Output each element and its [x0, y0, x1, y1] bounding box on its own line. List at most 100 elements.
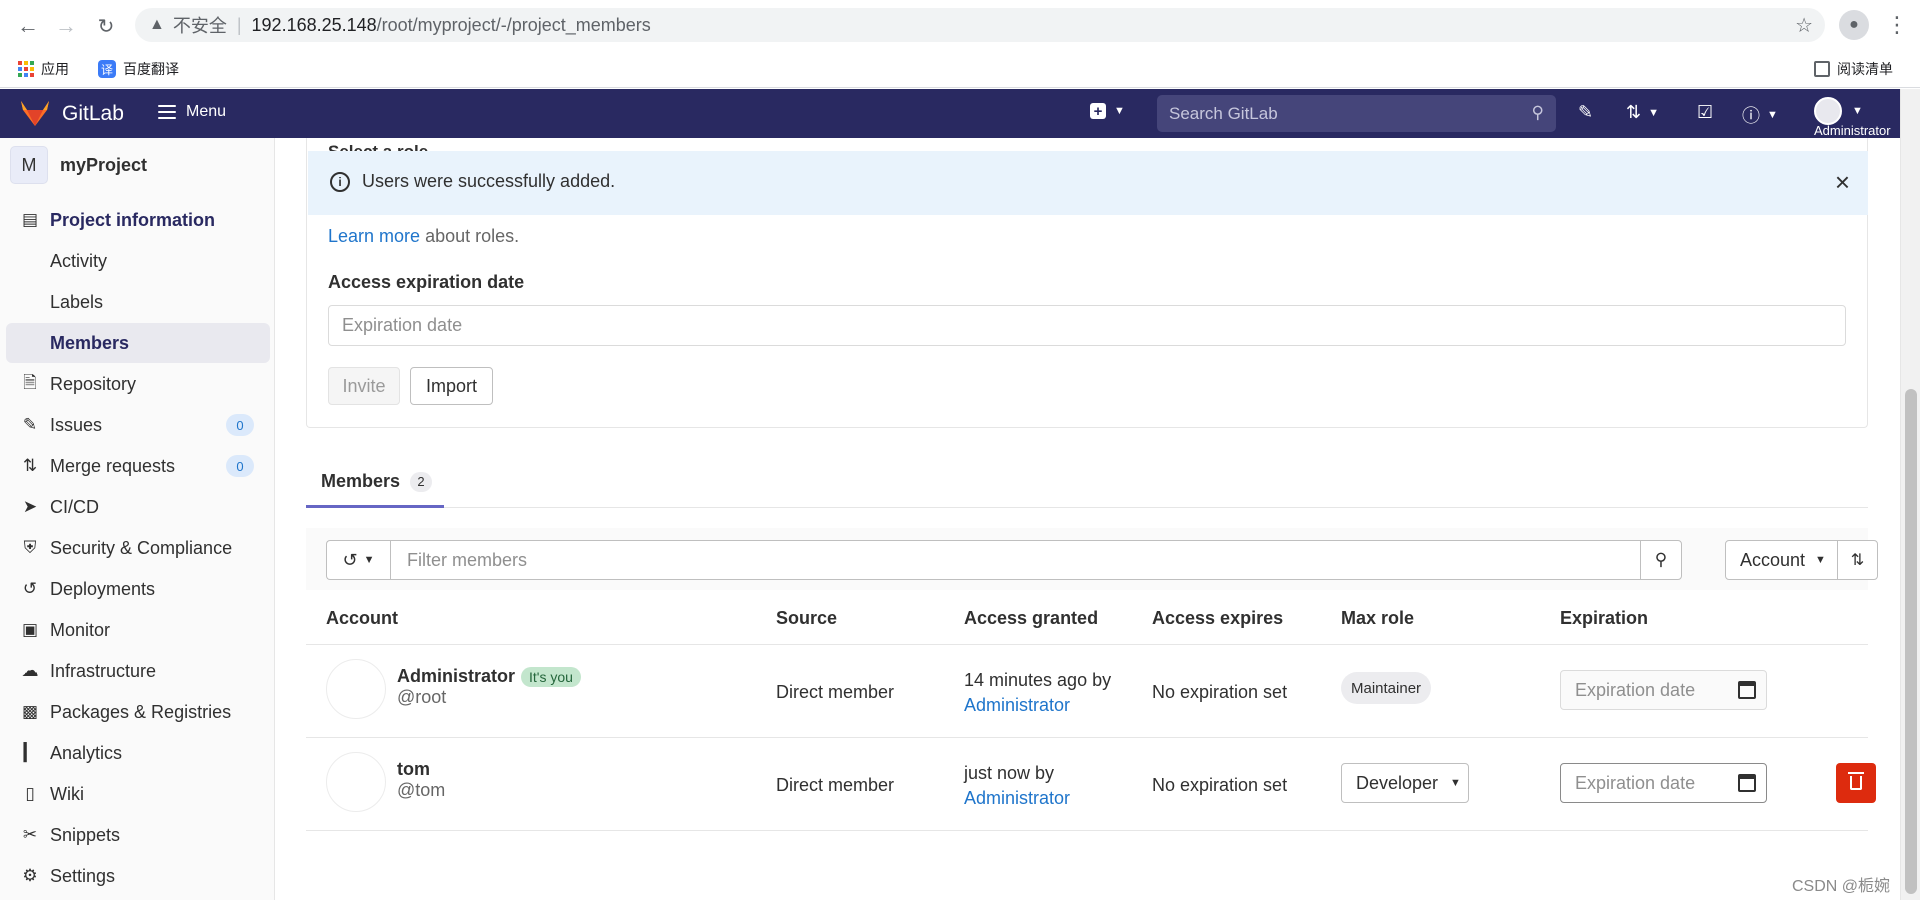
- chevron-down-icon: ▼: [1815, 554, 1826, 566]
- help-icon[interactable]: ⓘ ▼: [1742, 102, 1778, 128]
- role-dropdown[interactable]: Developer ▼: [1341, 763, 1469, 803]
- filter-search-button[interactable]: ⚲: [1640, 540, 1682, 580]
- sort-label: Account: [1740, 549, 1806, 570]
- close-icon[interactable]: ×: [1835, 167, 1850, 198]
- sidebar-item-analytics[interactable]: ▎ Analytics: [0, 733, 275, 773]
- merge-requests-count-badge: 0: [226, 455, 254, 477]
- filter-members-input[interactable]: [390, 540, 1641, 580]
- todos-icon[interactable]: ☑: [1697, 102, 1713, 123]
- expiration-placeholder: Expiration date: [1575, 679, 1696, 700]
- sort-direction-button[interactable]: ⇅: [1837, 540, 1878, 580]
- sidebar-item-label: Wiki: [50, 783, 84, 804]
- col-account: Account: [326, 608, 398, 628]
- issues-nav-icon[interactable]: ✎: [1578, 102, 1593, 123]
- new-dropdown[interactable]: + ▼: [1090, 103, 1125, 119]
- expiration-date-field: Expiration date: [1560, 670, 1767, 710]
- menu-button[interactable]: Menu: [158, 103, 226, 121]
- member-name[interactable]: Administrator It's you: [397, 666, 581, 687]
- user-avatar[interactable]: [1814, 97, 1842, 125]
- sidebar-item-activity[interactable]: Activity: [0, 241, 275, 281]
- search-input[interactable]: Search GitLab ⚲: [1157, 95, 1556, 132]
- browser-toolbar: ← → ↻ ▲ 不安全 | 192.168.25.148/root/myproj…: [0, 0, 1920, 50]
- tab-members[interactable]: Members 2: [306, 458, 444, 508]
- back-icon[interactable]: ←: [14, 12, 42, 40]
- sidebar-item-security-compliance[interactable]: ⛨ Security & Compliance: [0, 528, 275, 568]
- expiration-date-input[interactable]: [328, 305, 1846, 346]
- bookmark-apps[interactable]: 应用: [18, 59, 69, 79]
- sort-ascending-icon: ⇅: [1850, 552, 1865, 569]
- sidebar-item-label: Security & Compliance: [50, 537, 233, 558]
- success-alert: i Users were successfully added. ×: [308, 151, 1868, 215]
- access-expires: No expiration set: [1152, 682, 1288, 702]
- forward-icon[interactable]: →: [52, 12, 80, 40]
- address-bar[interactable]: ▲ 不安全 | 192.168.25.148/root/myproject/-/…: [135, 8, 1825, 42]
- gitlab-logo-icon[interactable]: [20, 99, 50, 132]
- project-header[interactable]: M myProject: [10, 146, 147, 184]
- sidebar-item-repository[interactable]: 🗎 Repository: [0, 364, 275, 404]
- cloud-icon: ☁: [21, 661, 39, 680]
- granted-by-link[interactable]: Administrator: [964, 695, 1070, 715]
- invite-button[interactable]: Invite: [328, 367, 400, 405]
- col-access-expires: Access expires: [1152, 608, 1284, 628]
- bookmark-baidu-translate[interactable]: 译 百度翻译: [98, 59, 179, 79]
- info-icon: i: [330, 172, 350, 192]
- sidebar-item-infrastructure[interactable]: ☁ Infrastructure: [0, 651, 275, 691]
- learn-more-text: Learn more about roles.: [328, 226, 519, 247]
- security-label: 不安全: [172, 16, 227, 36]
- col-access-granted: Access granted: [964, 608, 1099, 628]
- sidebar-item-project-information[interactable]: ▤ Project information: [0, 200, 275, 240]
- scrollbar-thumb[interactable]: [1905, 389, 1917, 894]
- browser-menu-icon[interactable]: ⋮: [1886, 12, 1908, 38]
- shield-icon: ⛨: [23, 538, 37, 557]
- access-granted: 14 minutes ago by Administrator: [964, 668, 1111, 718]
- sidebar-item-merge-requests[interactable]: ⇅ Merge requests 0: [0, 446, 275, 486]
- avatar[interactable]: [326, 659, 386, 719]
- sidebar-item-monitor[interactable]: ▣ Monitor: [0, 610, 275, 650]
- sidebar-item-label: Repository: [50, 373, 137, 394]
- expiration-date-field[interactable]: Expiration date: [1560, 763, 1767, 803]
- member-name-text: tom: [397, 759, 430, 779]
- browser-profile-icon[interactable]: ●: [1839, 10, 1869, 40]
- sidebar-item-label: Deployments: [50, 578, 156, 599]
- sidebar-item-settings[interactable]: ⚙ Settings: [0, 856, 275, 896]
- role-selected: Developer: [1356, 772, 1439, 793]
- granted-by-link[interactable]: Administrator: [964, 788, 1070, 808]
- remove-member-button[interactable]: [1836, 763, 1876, 803]
- sidebar-item-members[interactable]: Members: [6, 323, 270, 363]
- trash-icon: [1848, 772, 1864, 790]
- learn-more-link[interactable]: Learn more: [328, 226, 420, 246]
- sidebar-item-label: Snippets: [50, 824, 121, 845]
- merge-icon: ⇅: [22, 456, 38, 475]
- max-role-badge: Maintainer: [1341, 672, 1432, 704]
- sidebar-item-wiki[interactable]: ▯ Wiki: [0, 774, 275, 814]
- reload-icon[interactable]: ↻: [92, 12, 120, 40]
- sidebar-item-labels[interactable]: Labels: [0, 282, 275, 322]
- merge-requests-nav-icon[interactable]: ⇅ ▼: [1626, 102, 1659, 123]
- sidebar-item-snippets[interactable]: ✂ Snippets: [0, 815, 275, 855]
- avatar[interactable]: [326, 752, 386, 812]
- sidebar-item-packages-registries[interactable]: ▩ Packages & Registries: [0, 692, 275, 732]
- import-button[interactable]: Import: [410, 367, 493, 405]
- sidebar-item-deployments[interactable]: ↺ Deployments: [0, 569, 275, 609]
- its-you-badge: It's you: [521, 666, 581, 687]
- member-source: Direct member: [776, 775, 895, 795]
- issues-count-badge: 0: [226, 414, 254, 436]
- sidebar-item-ci-cd[interactable]: ➤ CI/CD: [0, 487, 275, 527]
- bookmark-star-icon[interactable]: ☆: [1795, 13, 1813, 38]
- translate-icon: 译: [98, 60, 116, 78]
- project-name: myProject: [60, 154, 148, 175]
- sidebar-item-label: Infrastructure: [50, 660, 157, 681]
- sidebar-item-issues[interactable]: ✎ Issues 0: [0, 405, 275, 445]
- member-name[interactable]: tom: [397, 759, 430, 780]
- recent-searches-button[interactable]: ↺ ▼: [326, 540, 390, 580]
- members-tabs: Members 2: [306, 458, 1868, 508]
- sidebar-item-label: Merge requests: [50, 455, 176, 476]
- project-sidebar: M myProject ▤ Project information Activi…: [0, 138, 275, 900]
- gitlab-brand[interactable]: GitLab: [62, 102, 124, 126]
- access-granted: just now by Administrator: [964, 761, 1070, 811]
- sidebar-item-label: Issues: [50, 414, 103, 435]
- page-scrollbar[interactable]: [1900, 89, 1920, 900]
- reading-list[interactable]: 阅读清单: [1814, 59, 1893, 79]
- sort-by-dropdown[interactable]: Account ▼: [1725, 540, 1838, 580]
- user-chevron-down-icon[interactable]: ▼: [1852, 105, 1863, 117]
